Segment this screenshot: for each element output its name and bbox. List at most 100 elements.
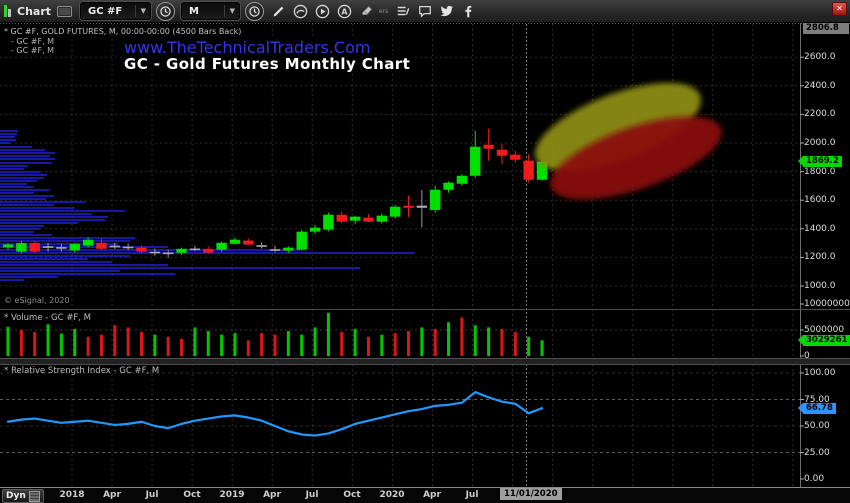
pane-divider[interactable]: [0, 309, 850, 310]
price-tick-label: 1200.0: [804, 252, 836, 262]
time-interval-button[interactable]: [156, 2, 175, 21]
candle[interactable]: [403, 206, 413, 208]
chart-canvas[interactable]: [0, 0, 850, 503]
facebook-button[interactable]: [461, 4, 476, 19]
volume-bar: [394, 333, 397, 356]
volume-bar: [514, 332, 517, 356]
candle[interactable]: [363, 218, 373, 222]
volume-bar: [274, 335, 277, 356]
time-tick-label: Oct: [183, 490, 200, 500]
time-tick-label: Oct: [343, 490, 360, 500]
pencil-tool-button[interactable]: [271, 4, 286, 19]
price-tick-label: 1000.0: [804, 281, 836, 291]
volume-bar: [541, 340, 544, 356]
candle[interactable]: [203, 249, 213, 253]
candle[interactable]: [417, 206, 427, 208]
rsi-tick-label: 100.00: [804, 368, 836, 378]
chart-tab[interactable]: Chart: [15, 5, 53, 18]
candle[interactable]: [83, 240, 93, 246]
candle[interactable]: [216, 243, 226, 250]
volume-bar: [474, 325, 477, 356]
time-tick-label: Jul: [466, 490, 479, 500]
volume-bar: [487, 327, 490, 356]
candle[interactable]: [283, 248, 293, 251]
toolbar: Chart GC #F ▼ M ▼ A er: [0, 0, 850, 23]
volume-bar: [260, 333, 263, 356]
candle[interactable]: [163, 253, 173, 255]
price-tick-label: 2600.0: [804, 52, 836, 62]
candle[interactable]: [56, 247, 66, 249]
interval-select[interactable]: M ▼: [181, 2, 240, 20]
volume-bar: [460, 318, 463, 356]
candle[interactable]: [350, 217, 360, 221]
twitter-icon: [440, 4, 454, 18]
candle[interactable]: [510, 155, 520, 160]
candle[interactable]: [176, 249, 186, 253]
candle[interactable]: [497, 150, 507, 156]
twitter-button[interactable]: [439, 4, 454, 19]
candle[interactable]: [70, 244, 80, 251]
price-tick-label: 1400.0: [804, 224, 836, 234]
candle[interactable]: [256, 245, 266, 247]
dyn-button[interactable]: Dyn: [2, 489, 44, 503]
candle[interactable]: [270, 249, 280, 251]
eraser-button[interactable]: [359, 4, 374, 19]
volume-bar: [354, 329, 357, 356]
volume-bar: [380, 335, 383, 356]
candle[interactable]: [110, 246, 120, 248]
time-tick-label: 2018: [59, 490, 84, 500]
curve-tool-icon: [293, 4, 308, 19]
volume-bar: [47, 324, 50, 356]
close-button[interactable]: ✕: [832, 2, 847, 16]
candle[interactable]: [430, 190, 440, 210]
volume-bar: [500, 329, 503, 356]
pane-divider[interactable]: [0, 358, 850, 365]
candle[interactable]: [96, 243, 106, 249]
rsi-value-badge: 66.78: [803, 403, 836, 414]
play-tool-button[interactable]: [315, 4, 330, 19]
copyright-label: © eSignal, 2020: [4, 296, 69, 305]
curve-tool-button[interactable]: [293, 4, 308, 19]
candle[interactable]: [443, 183, 453, 190]
candle[interactable]: [3, 245, 13, 248]
candle[interactable]: [337, 215, 347, 222]
candle[interactable]: [230, 240, 240, 244]
volume-bar: [193, 327, 196, 356]
tiny-toolbar-label: ers: [379, 8, 388, 15]
candle[interactable]: [523, 161, 533, 180]
candle[interactable]: [390, 207, 400, 217]
auto-trendline-button[interactable]: A: [337, 4, 352, 19]
play-icon: [315, 4, 330, 19]
candle[interactable]: [150, 252, 160, 254]
candle[interactable]: [483, 145, 493, 149]
volume-bar: [180, 339, 183, 356]
dyn-grid-icon: [29, 491, 40, 502]
candle[interactable]: [190, 249, 200, 251]
chat-button[interactable]: [417, 4, 432, 19]
volume-bar: [447, 322, 450, 356]
candle[interactable]: [470, 147, 480, 176]
chevron-down-icon[interactable]: ▼: [135, 5, 146, 17]
clock-button[interactable]: [245, 2, 264, 21]
candle[interactable]: [123, 247, 133, 249]
time-tick-label: Jul: [306, 490, 319, 500]
volume-bar: [300, 335, 303, 356]
volume-bar: [314, 327, 317, 356]
candle[interactable]: [323, 215, 333, 230]
news-list-button[interactable]: [395, 4, 410, 19]
candle[interactable]: [30, 243, 40, 252]
candle[interactable]: [136, 248, 146, 252]
volume-bar: [20, 330, 23, 356]
candle[interactable]: [16, 243, 26, 252]
candle[interactable]: [310, 228, 320, 232]
candle[interactable]: [457, 176, 467, 184]
candle[interactable]: [43, 246, 53, 248]
candle[interactable]: [377, 216, 387, 222]
volume-bar: [7, 327, 10, 356]
candle[interactable]: [297, 232, 307, 250]
chevron-down-icon[interactable]: ▼: [224, 5, 235, 17]
candle[interactable]: [243, 241, 253, 245]
volume-bar: [420, 327, 423, 356]
symbol-input[interactable]: GC #F ▼: [80, 2, 151, 20]
page-title: GC - Gold Futures Monthly Chart: [122, 55, 412, 73]
